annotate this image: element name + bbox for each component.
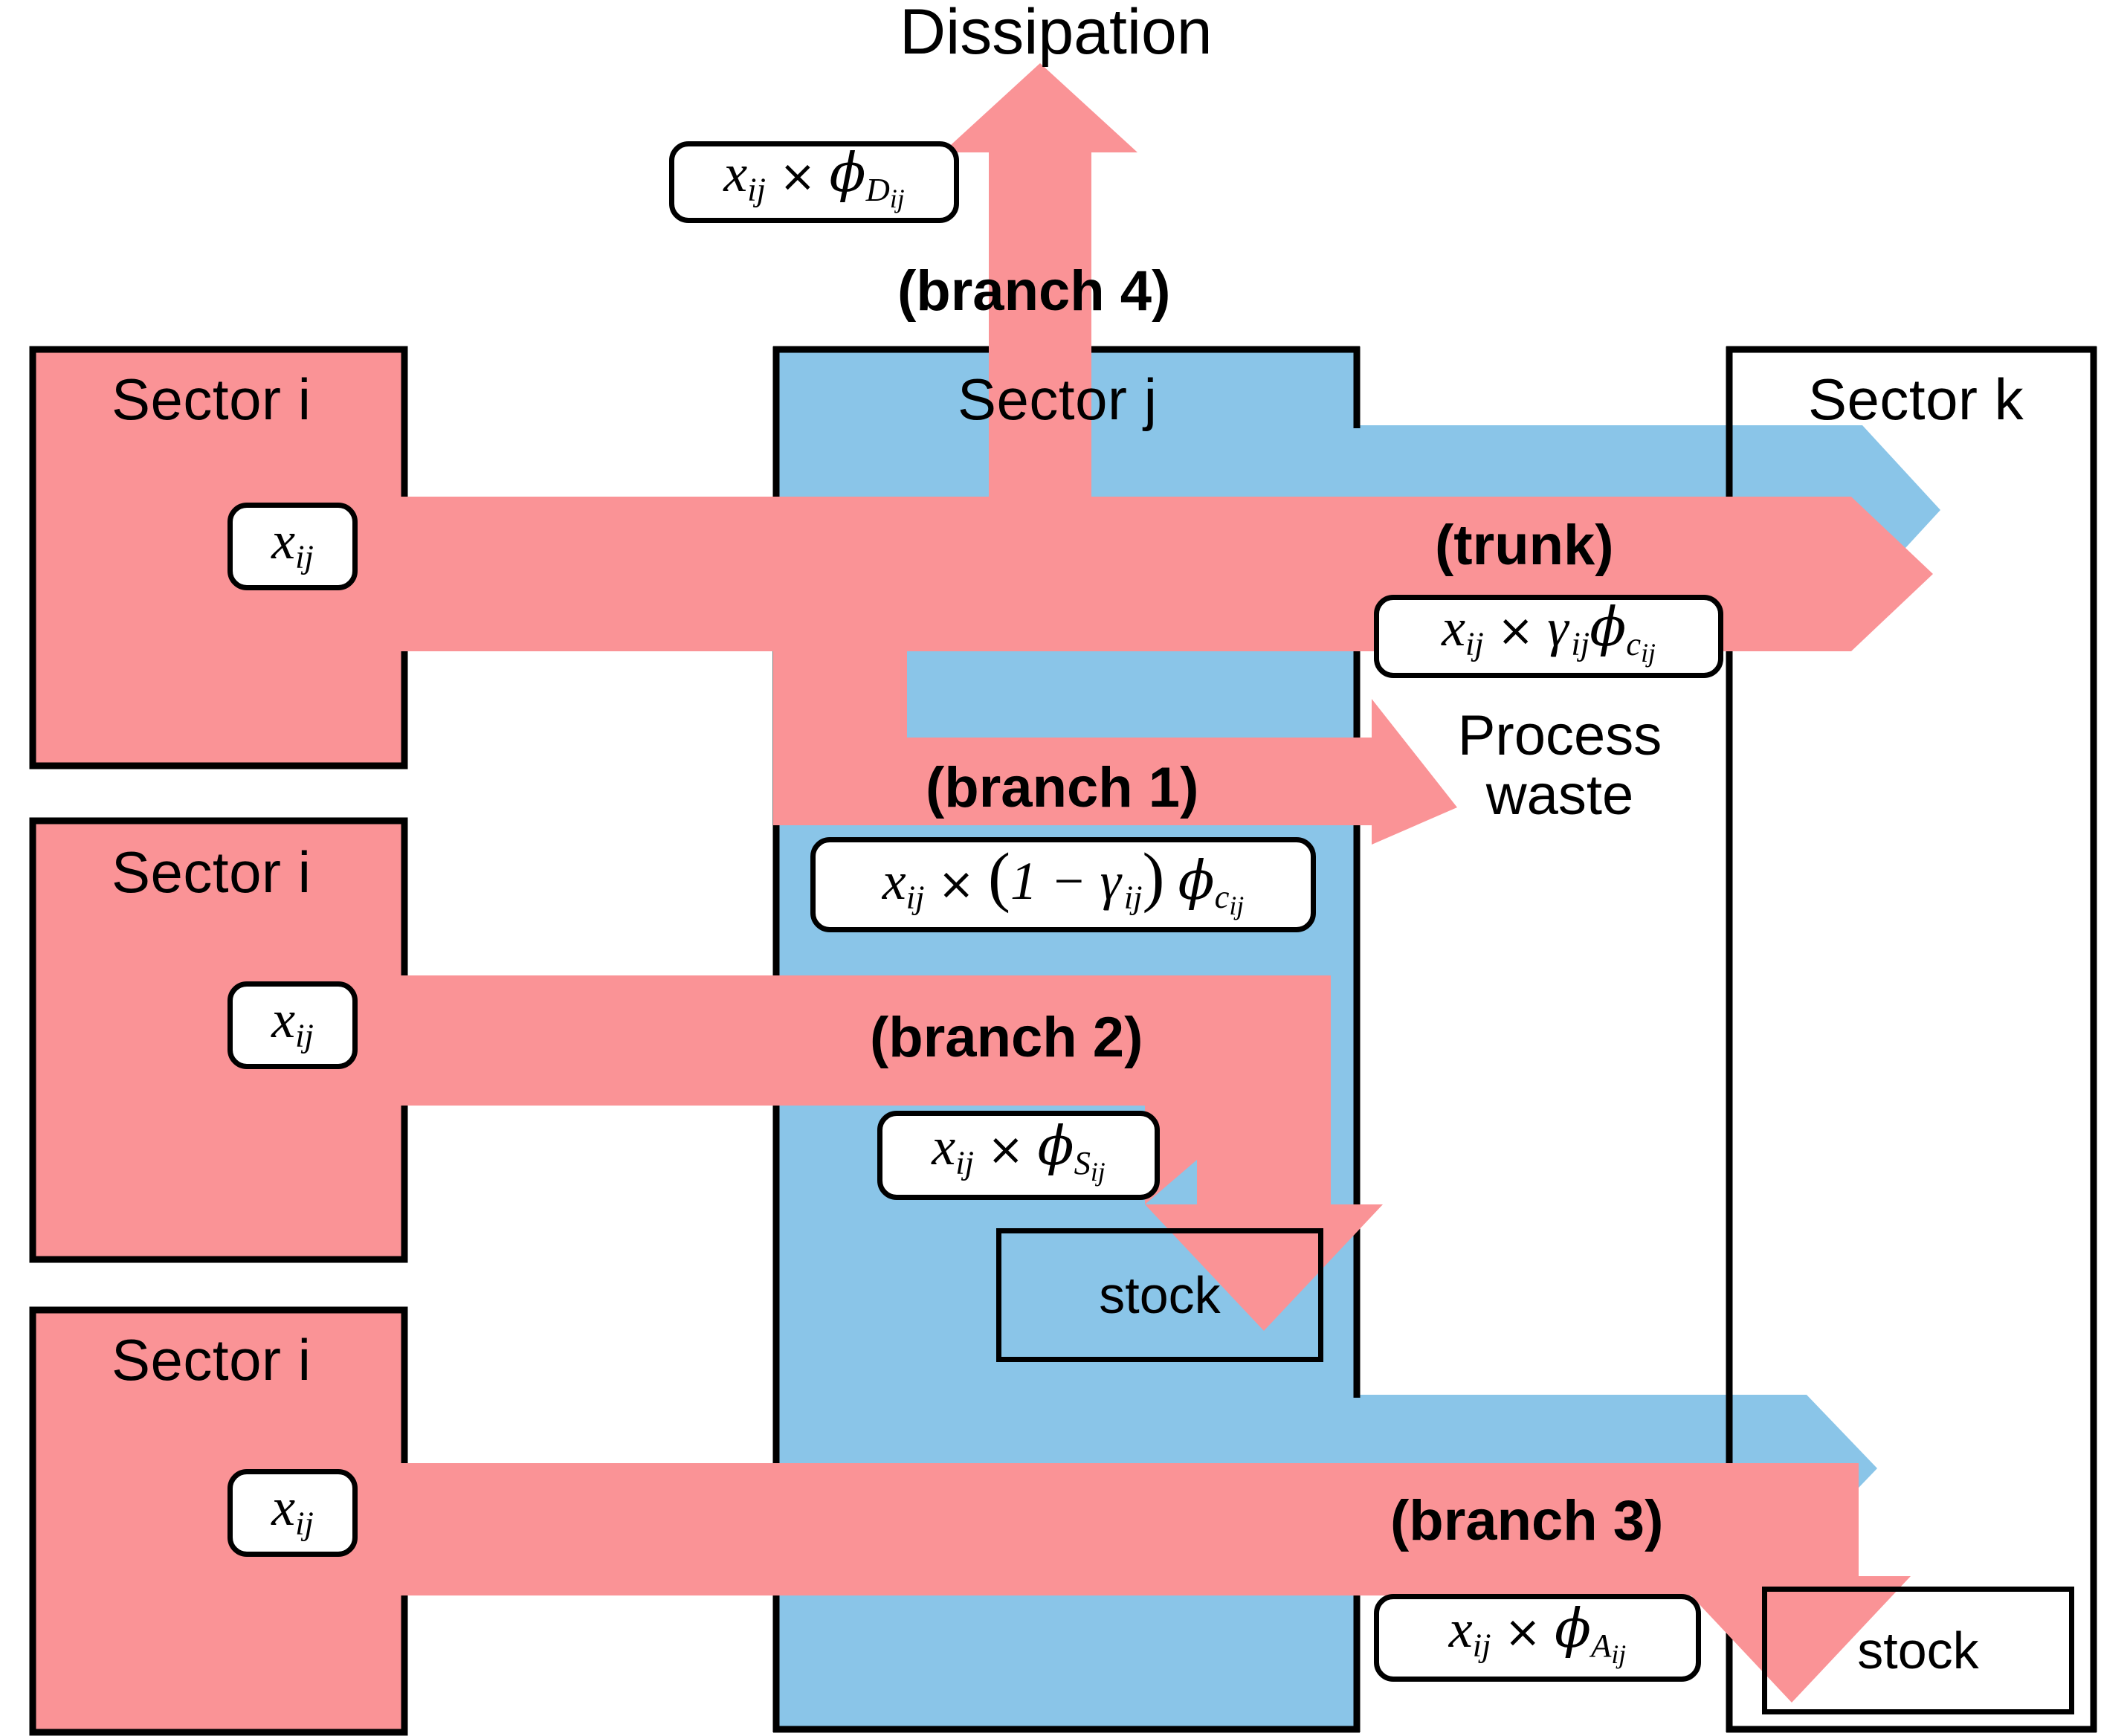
formula-branch4: xij × ϕDij xyxy=(723,141,905,213)
formula-branch3: xij × ϕAij xyxy=(1448,1597,1627,1669)
label-process-waste: Process waste xyxy=(1426,706,1694,825)
stock-box-sector-j: stock xyxy=(996,1228,1323,1362)
stock-label-sector-j: stock xyxy=(1099,1266,1221,1324)
formula-box-branch4: xij × ϕDij xyxy=(669,141,959,223)
stock-label-sector-k: stock xyxy=(1857,1622,1979,1679)
branch3-corner xyxy=(1725,1463,1859,1597)
label-branch2: (branch 2) xyxy=(870,1006,1143,1069)
label-branch1: (branch 1) xyxy=(926,756,1199,819)
formula-box-branch3: xij × ϕAij xyxy=(1374,1594,1701,1682)
formula-box-branch1: xij × (1 − γ ij) ϕcij xyxy=(810,837,1316,932)
label-branch4: (branch 4) xyxy=(897,259,1171,323)
stock-box-sector-k: stock xyxy=(1762,1587,2074,1714)
formula-xij-1: xij xyxy=(271,510,314,575)
formula-box-xij-2: xij xyxy=(227,981,358,1069)
formula-box-xij-3: xij xyxy=(227,1469,358,1557)
branch2-horizontal xyxy=(384,975,1331,1106)
formula-xij-2: xij xyxy=(271,989,314,1054)
material-flow-diagram: Dissipation xij × ϕDij (branch 4) Sector… xyxy=(0,0,2101,1736)
sector-j-title: Sector j xyxy=(958,367,1158,432)
label-branch3: (branch 3) xyxy=(1390,1489,1664,1552)
process-waste-line-1: Process xyxy=(1457,704,1662,767)
sector-k-title: Sector k xyxy=(1808,367,2024,432)
formula-xij-3: xij xyxy=(271,1477,314,1542)
formula-box-xij-1: xij xyxy=(227,503,358,590)
formula-branch1: xij × (1 − γ ij) ϕcij xyxy=(882,839,1245,921)
sector-i-title-2: Sector i xyxy=(112,839,312,905)
formula-trunk: xij × γ ijϕcij xyxy=(1442,596,1656,668)
sector-i-title-3: Sector i xyxy=(112,1327,312,1393)
label-trunk: (trunk) xyxy=(1435,514,1614,577)
formula-box-trunk: xij × γ ijϕcij xyxy=(1374,595,1723,678)
process-waste-line-2: waste xyxy=(1485,763,1634,827)
formula-box-branch2: xij × ϕSij xyxy=(877,1111,1160,1200)
dissipation-title: Dissipation xyxy=(900,0,1213,68)
sector-i-title-1: Sector i xyxy=(112,367,312,432)
formula-branch2: xij × ϕSij xyxy=(932,1114,1106,1187)
